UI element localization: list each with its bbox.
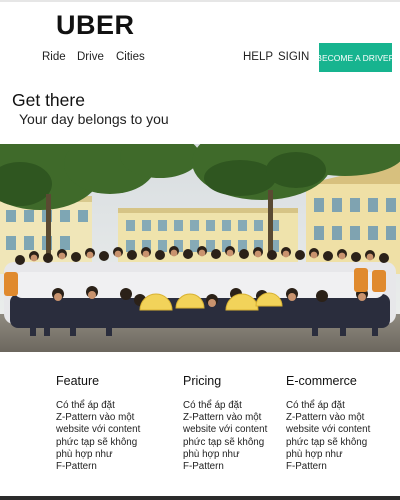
feature-column-feature: Feature Có thể áp đặt Z-Pattern vào một …	[56, 374, 166, 473]
nav-help-link[interactable]: HELP	[243, 51, 273, 63]
nav-ride-link[interactable]: Ride	[42, 51, 66, 63]
ecommerce-line: Có thể áp đặt	[286, 400, 345, 411]
nav-cities-link[interactable]: Cities	[116, 51, 145, 63]
ecommerce-line: F-Pattern	[286, 461, 327, 473]
ecommerce-line: phù hợp như	[286, 448, 343, 460]
pricing-line: phù hợp như	[183, 448, 240, 460]
ecommerce-line: website với content	[286, 424, 371, 436]
hero-group-photo	[0, 144, 400, 352]
bottom-border	[0, 496, 400, 500]
nav-sign-in-link[interactable]: SIGIN	[278, 51, 309, 63]
feature-title: Feature	[56, 374, 100, 388]
hero-title: Get there	[12, 90, 85, 110]
ecommerce-description: Có thể áp đặt Z-Pattern vào một website …	[286, 400, 396, 473]
top-border	[0, 0, 400, 2]
pricing-line: phức tạp sẽ không	[183, 436, 265, 448]
feature-line: phức tạp sẽ không	[56, 436, 138, 448]
pricing-line: Có thể áp đặt	[183, 400, 242, 411]
feature-line: phù hợp như	[56, 448, 113, 460]
ecommerce-line: Z-Pattern vào một	[286, 412, 365, 424]
pricing-line: F-Pattern	[183, 461, 224, 473]
uber-logo[interactable]: UBER	[56, 10, 135, 41]
feature-description: Có thể áp đặt Z-Pattern vào một website …	[56, 400, 166, 473]
hero-subtitle: Your day belongs to you	[19, 111, 169, 127]
ecommerce-title: E-commerce	[286, 374, 357, 388]
feature-line: Z-Pattern vào một	[56, 412, 135, 424]
nav-drive-link[interactable]: Drive	[77, 51, 104, 63]
pricing-title: Pricing	[183, 374, 222, 388]
become-driver-button[interactable]: BECOME A DRIVER	[316, 43, 395, 72]
feature-column-pricing: Pricing Có thể áp đặt Z-Pattern vào một …	[183, 374, 283, 473]
feature-line: Có thể áp đặt	[56, 400, 115, 411]
feature-line: website với content	[56, 424, 141, 436]
pricing-line: website với content	[183, 424, 268, 436]
pricing-line: Z-Pattern vào một	[183, 412, 262, 424]
ecommerce-line: phức tạp sẽ không	[286, 436, 368, 448]
feature-column-ecommerce: E-commerce Có thể áp đặt Z-Pattern vào m…	[286, 374, 396, 473]
pricing-description: Có thể áp đặt Z-Pattern vào một website …	[183, 400, 283, 473]
feature-line: F-Pattern	[56, 461, 97, 473]
